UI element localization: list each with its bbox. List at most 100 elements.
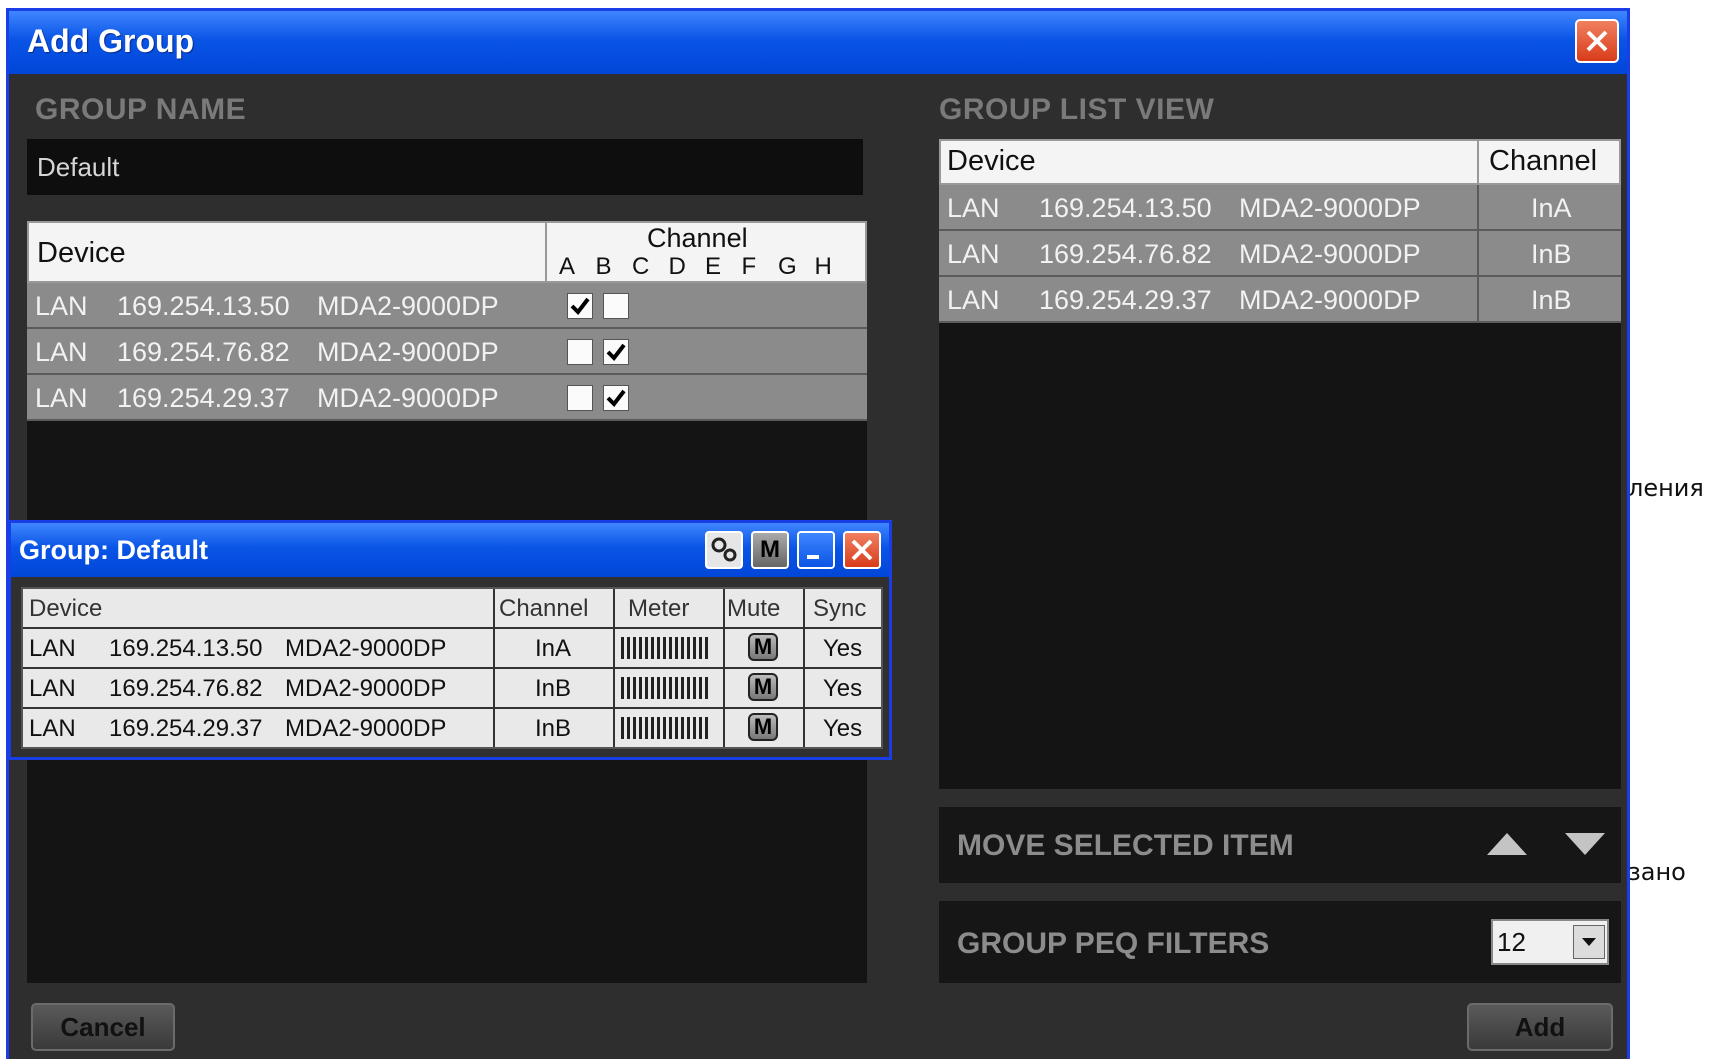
device-model: MDA2-9000DP	[317, 337, 499, 367]
device-ip: 169.254.29.37	[117, 383, 290, 413]
group-row-sync: Yes	[823, 715, 863, 742]
device-model: MDA2-9000DP	[317, 383, 499, 413]
group-name-input[interactable]	[27, 139, 863, 195]
move-selected-label: MOVE SELECTED ITEM	[957, 829, 1294, 862]
peq-label: GROUP PEQ FILTERS	[957, 927, 1270, 960]
device-ip: 169.254.76.82	[117, 337, 290, 367]
close-icon	[1586, 30, 1608, 52]
channel-letter: G	[778, 253, 797, 280]
device-ip: 169.254.76.82	[1039, 239, 1212, 269]
device-ip: 169.254.13.50	[117, 291, 290, 321]
group-header-sync: Sync	[813, 595, 867, 622]
channel-a-checkbox[interactable]	[567, 339, 593, 365]
group-window-titlebar[interactable]: Group: Default M	[11, 523, 889, 577]
device-ip: 169.254.13.50	[1039, 193, 1212, 223]
move-down-icon[interactable]	[1565, 831, 1605, 857]
device-column-header: Device	[27, 221, 547, 283]
group-table: Device Channel Meter Mute Sync LAN 169.254.13.…	[21, 587, 883, 749]
group-mute-button[interactable]: M	[751, 531, 789, 569]
group-list-row[interactable]: LAN 169.254.76.82 MDA2-9000DP InB	[939, 231, 1621, 277]
mute-button[interactable]: M	[748, 633, 778, 661]
level-meter	[621, 717, 709, 739]
device-type: LAN	[947, 285, 1000, 315]
mute-button[interactable]: M	[748, 673, 778, 701]
group-name-label: GROUP NAME	[35, 93, 247, 126]
group-window-title: Group: Default	[19, 535, 208, 565]
group-row-model: MDA2-9000DP	[285, 635, 447, 662]
group-window: Group: Default M Device Channel Meter Mute S…	[8, 520, 892, 760]
move-up-icon[interactable]	[1487, 831, 1527, 857]
group-row-model: MDA2-9000DP	[285, 715, 447, 742]
device-row[interactable]: LAN 169.254.13.50 MDA2-9000DP	[27, 283, 867, 329]
minimize-icon[interactable]	[797, 531, 835, 569]
group-list-device-header: Device	[939, 139, 1479, 185]
group-header-device: Device	[29, 595, 103, 622]
group-header-mute: Mute	[727, 595, 781, 622]
group-row-sync: Yes	[823, 675, 863, 702]
group-list: Device Channel LAN 169.254.13.50 MDA2-90…	[939, 139, 1621, 789]
level-meter	[621, 677, 709, 699]
group-row-ip: 169.254.13.50	[109, 635, 263, 662]
device-ip: 169.254.29.37	[1039, 285, 1212, 315]
device-model: MDA2-9000DP	[1239, 285, 1421, 315]
dropdown-arrow-icon[interactable]	[1573, 925, 1605, 959]
device-model: MDA2-9000DP	[317, 291, 499, 321]
group-row-type: LAN	[29, 635, 76, 662]
channel-letter: C	[632, 253, 650, 280]
group-row-model: MDA2-9000DP	[285, 675, 447, 702]
cancel-button[interactable]: Cancel	[31, 1003, 175, 1051]
group-list-channel-header: Channel	[1477, 139, 1621, 185]
background-text-2: зано	[1628, 858, 1686, 886]
channel-a-checkbox[interactable]	[567, 385, 593, 411]
settings-gear-icon[interactable]	[705, 531, 743, 569]
device-type: LAN	[35, 291, 88, 321]
group-row-channel: InB	[535, 675, 572, 702]
device-type: LAN	[947, 239, 1000, 269]
channel-value: InB	[1531, 285, 1572, 315]
close-button[interactable]	[1575, 19, 1619, 63]
group-row-ip: 169.254.29.37	[109, 715, 263, 742]
channel-column-header: Channel ABCDEFGH	[545, 221, 867, 283]
mute-button[interactable]: M	[748, 713, 778, 741]
group-row-type: LAN	[29, 675, 76, 702]
check-icon	[570, 297, 590, 316]
channel-b-checkbox[interactable]	[603, 385, 629, 411]
group-header-channel: Channel	[499, 595, 589, 622]
check-icon	[606, 389, 626, 408]
peq-select[interactable]: 12	[1491, 919, 1609, 965]
group-list-row[interactable]: LAN 169.254.13.50 MDA2-9000DP InA	[939, 185, 1621, 231]
window-title: Add Group	[27, 23, 195, 59]
device-type: LAN	[35, 337, 88, 367]
channel-letter: D	[668, 253, 686, 280]
channel-letter: E	[705, 253, 722, 280]
group-list-row[interactable]: LAN 169.254.29.37 MDA2-9000DP InB	[939, 277, 1621, 323]
device-row[interactable]: LAN 169.254.29.37 MDA2-9000DP	[27, 375, 867, 421]
channel-b-checkbox[interactable]	[603, 339, 629, 365]
channel-letter: H	[814, 253, 832, 280]
group-row-type: LAN	[29, 715, 76, 742]
device-model: MDA2-9000DP	[1239, 239, 1421, 269]
channel-b-checkbox[interactable]	[603, 293, 629, 319]
device-row[interactable]: LAN 169.254.76.82 MDA2-9000DP	[27, 329, 867, 375]
channel-letter: A	[559, 253, 576, 280]
background-text-1: ления	[1628, 474, 1704, 502]
channel-letter: B	[595, 253, 612, 280]
group-close-icon[interactable]	[843, 531, 881, 569]
channel-letter: F	[741, 253, 757, 280]
channel-value: InA	[1531, 193, 1572, 223]
add-button[interactable]: Add	[1467, 1003, 1613, 1051]
level-meter	[621, 637, 709, 659]
move-selected-panel: MOVE SELECTED ITEM	[939, 807, 1621, 883]
title-bar[interactable]: Add Group	[9, 11, 1627, 74]
group-row-channel: InA	[535, 635, 572, 662]
device-type: LAN	[947, 193, 1000, 223]
group-row-sync: Yes	[823, 635, 863, 662]
device-model: MDA2-9000DP	[1239, 193, 1421, 223]
group-list-view-label: GROUP LIST VIEW	[939, 93, 1215, 126]
peq-panel: GROUP PEQ FILTERS 12	[939, 901, 1621, 983]
group-row-channel: InB	[535, 715, 572, 742]
channel-a-checkbox[interactable]	[567, 293, 593, 319]
channel-value: InB	[1531, 239, 1572, 269]
check-icon	[606, 343, 626, 362]
group-row-ip: 169.254.76.82	[109, 675, 263, 702]
